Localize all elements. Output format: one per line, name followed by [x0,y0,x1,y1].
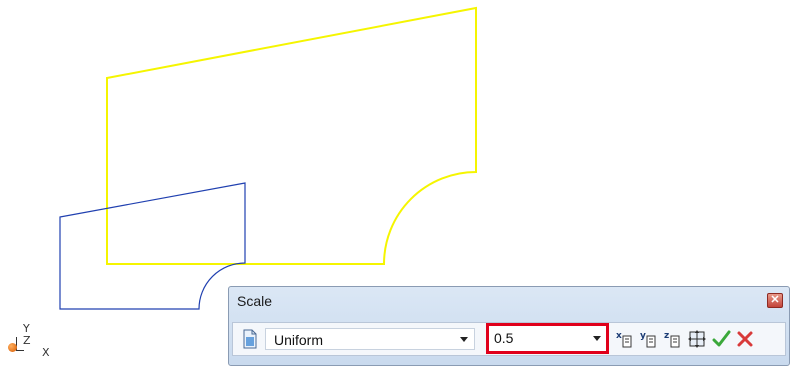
y-scale-button[interactable]: y [639,329,659,349]
y-scale-letter: y [640,331,646,341]
cancel-icon [737,331,753,347]
x-scale-button[interactable]: x [615,329,635,349]
z-scale-icon: z [664,331,680,348]
cancel-button[interactable] [735,329,755,349]
mode-select[interactable]: Uniform [265,328,475,350]
accept-button[interactable] [711,329,731,349]
scale-factor-field[interactable]: 0.5 [486,323,609,354]
scale-dialog: Scale ✕ Uniform 0.5 x y z [228,286,790,366]
scale-factor-value: 0.5 [494,330,514,346]
close-icon: ✕ [770,294,780,306]
scaled-outline[interactable] [59,182,246,310]
original-outline[interactable] [106,6,477,265]
dialog-title: Scale [237,293,273,309]
chevron-down-icon[interactable] [593,336,601,341]
document-icon[interactable] [241,329,259,349]
x-scale-icon: x [616,331,632,348]
mode-value: Uniform [274,332,324,348]
fit-icon [688,330,706,348]
close-button[interactable]: ✕ [767,293,783,308]
z-scale-button[interactable]: z [663,329,683,349]
y-scale-icon: y [640,331,656,348]
z-scale-letter: z [664,331,669,341]
chevron-down-icon[interactable] [460,337,468,342]
x-scale-letter: x [616,331,622,341]
scale-toolbar: Uniform 0.5 x y z [232,322,786,356]
accept-icon [712,330,731,347]
fit-button[interactable] [687,329,707,349]
